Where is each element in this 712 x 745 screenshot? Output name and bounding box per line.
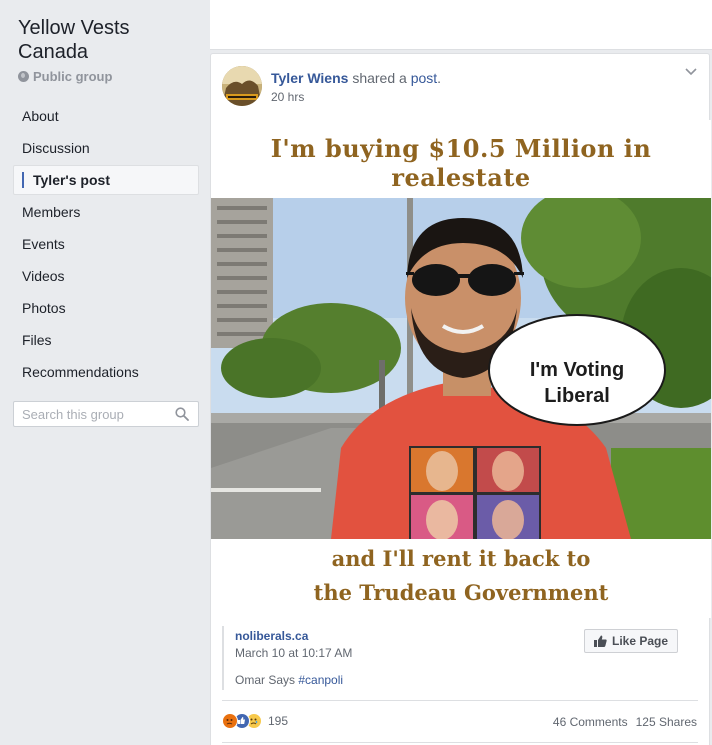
author-avatar[interactable] — [222, 66, 262, 106]
reaction-summary[interactable]: 195 — [222, 712, 288, 730]
post-image[interactable]: I'm buying $10.5 Million in realestate I… — [211, 120, 711, 618]
nav-item-videos[interactable]: Videos — [13, 260, 199, 292]
meme-bottom-caption-1: and I'll rent it back to — [331, 546, 591, 571]
source-page-name[interactable]: noliberals.ca — [235, 629, 308, 643]
nav-item-about[interactable]: About — [13, 100, 199, 132]
reaction-count[interactable]: 195 — [268, 714, 288, 728]
post-header: Tyler Wiens shared a post. — [271, 70, 441, 86]
nav-item-photos[interactable]: Photos — [13, 292, 199, 324]
nav-item-tylers-post[interactable]: Tyler's post — [13, 165, 199, 195]
group-nav: About Discussion Tyler's post Members Ev… — [13, 100, 199, 388]
meme-top-caption: I'm buying $10.5 Million in realestate — [270, 134, 652, 192]
globe-icon — [18, 71, 29, 82]
thumbs-up-icon — [593, 635, 607, 647]
like-page-label: Like Page — [611, 634, 669, 648]
like-page-button[interactable]: Like Page — [584, 629, 678, 653]
active-indicator — [22, 172, 24, 189]
source-description: Omar Says #canpoli — [235, 673, 343, 687]
group-name[interactable]: Yellow Vests Canada — [18, 16, 198, 64]
comments-count[interactable]: 46 Comments — [553, 715, 628, 729]
group-sidebar: Yellow Vests Canada Public group About D… — [0, 0, 210, 745]
meme-photo: I'm Voting Liberal — [211, 198, 711, 539]
divider — [222, 700, 698, 701]
angry-reaction-icon — [222, 713, 238, 729]
nav-item-files[interactable]: Files — [13, 324, 199, 356]
hashtag-link[interactable]: #canpoli — [298, 673, 343, 687]
post-period: . — [437, 70, 442, 86]
description-text: Omar Says — [235, 673, 296, 687]
author-name[interactable]: Tyler Wiens — [271, 70, 348, 86]
chevron-down-icon[interactable] — [685, 68, 697, 76]
nav-item-events[interactable]: Events — [13, 228, 199, 260]
nav-item-members[interactable]: Members — [13, 196, 199, 228]
divider — [222, 742, 698, 743]
nav-item-discussion[interactable]: Discussion — [13, 132, 199, 164]
post-timestamp[interactable]: 20 hrs — [271, 90, 304, 104]
top-card — [210, 0, 712, 50]
speech-bubble-line1: I'm Voting — [530, 359, 624, 381]
shared-post-link[interactable]: post — [411, 70, 437, 86]
nav-item-recommendations[interactable]: Recommendations — [13, 356, 199, 388]
group-privacy: Public group — [18, 69, 112, 84]
nav-item-label: Tyler's post — [33, 172, 110, 188]
meme-bottom-caption-2: the Trudeau Government — [313, 580, 609, 605]
group-search — [13, 401, 199, 427]
avatar-image — [222, 66, 262, 106]
speech-bubble-line2: Liberal — [544, 385, 610, 407]
shares-count[interactable]: 125 Shares — [636, 715, 697, 729]
post-card: Tyler Wiens shared a post. 20 hrs I'm bu… — [210, 53, 711, 745]
group-search-input[interactable] — [14, 402, 164, 426]
source-date[interactable]: March 10 at 10:17 AM — [235, 646, 352, 660]
post-action: shared a — [352, 70, 407, 86]
post-stats: 46 Comments 125 Shares — [553, 715, 697, 729]
search-icon[interactable] — [175, 407, 189, 421]
group-type-label: Public group — [33, 69, 113, 84]
